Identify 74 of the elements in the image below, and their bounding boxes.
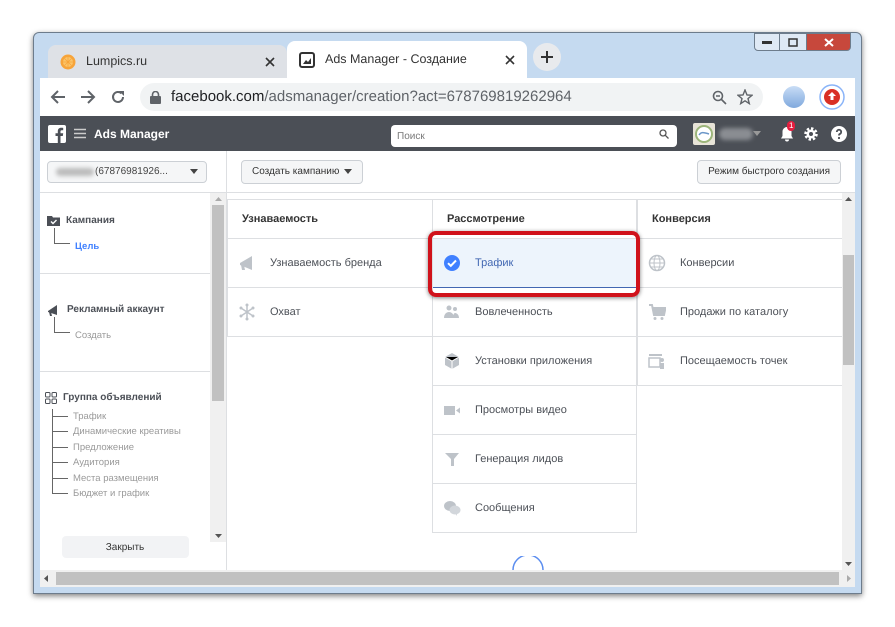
search-icon bbox=[659, 128, 669, 138]
forward-arrow-icon[interactable] bbox=[80, 89, 96, 105]
plus-icon bbox=[540, 50, 554, 64]
address-bar[interactable]: facebook.com/adsmanager/creation?act=678769819262964 bbox=[140, 83, 763, 111]
main-scrollbar[interactable] bbox=[842, 193, 855, 570]
scroll-thumb[interactable] bbox=[56, 572, 839, 585]
tab-title: Ads Manager - Создание bbox=[325, 51, 468, 68]
facebook-logo-icon[interactable] bbox=[48, 124, 66, 142]
browser-tab[interactable]: Lumpics.ru bbox=[48, 45, 287, 78]
sidebar-scrollbar[interactable] bbox=[210, 193, 226, 542]
horizontal-scrollbar[interactable] bbox=[40, 570, 855, 587]
minimize-button[interactable] bbox=[754, 33, 780, 51]
back-arrow-icon[interactable] bbox=[50, 89, 66, 105]
blurred-account-name bbox=[719, 128, 753, 140]
section-title: Рекламный аккаунт bbox=[67, 303, 165, 317]
column-header: Узнаваемость bbox=[242, 212, 318, 227]
grid-icon bbox=[45, 392, 57, 404]
globe-icon bbox=[648, 254, 666, 272]
lock-icon bbox=[150, 90, 161, 104]
restore-icon bbox=[788, 38, 798, 46]
sidebar-link[interactable]: Цель bbox=[75, 240, 100, 254]
caret-icon bbox=[344, 169, 352, 174]
check-circle-icon bbox=[443, 254, 461, 272]
account-dropdown[interactable]: (67876981926... bbox=[47, 160, 207, 182]
zoom-out-icon[interactable] bbox=[712, 90, 727, 104]
browser-tab[interactable]: Ads Manager - Создание bbox=[287, 41, 527, 78]
section-title: Группа объявлений bbox=[63, 391, 162, 405]
star-icon[interactable] bbox=[737, 89, 753, 105]
scroll-thumb[interactable] bbox=[212, 205, 224, 401]
loading-spinner bbox=[511, 556, 545, 570]
store-icon bbox=[648, 352, 666, 370]
scroll-up-icon[interactable] bbox=[845, 197, 852, 201]
caret-icon[interactable] bbox=[753, 131, 761, 136]
close-icon[interactable] bbox=[505, 54, 515, 64]
section-title: Кампания bbox=[66, 214, 115, 228]
close-icon bbox=[824, 38, 834, 46]
scroll-down-icon[interactable] bbox=[845, 562, 852, 566]
maximize-button[interactable] bbox=[780, 33, 806, 51]
caret-icon bbox=[190, 169, 198, 174]
chat-bubbles-icon bbox=[443, 499, 461, 517]
quick-creation-button[interactable]: Режим быстрого создания bbox=[697, 160, 841, 184]
notification-badge: 1 bbox=[787, 120, 796, 130]
new-tab-button[interactable] bbox=[533, 43, 561, 71]
page-icon bbox=[299, 52, 315, 68]
account-avatar[interactable] bbox=[693, 122, 715, 144]
app-title: Ads Manager bbox=[94, 126, 170, 142]
scroll-thumb[interactable] bbox=[843, 255, 854, 365]
settings-icon[interactable] bbox=[803, 126, 819, 142]
menu-icon[interactable] bbox=[74, 128, 86, 139]
funnel-icon bbox=[443, 450, 461, 468]
cart-icon bbox=[648, 303, 666, 321]
cube-icon bbox=[443, 352, 461, 370]
search-field[interactable]: Поиск bbox=[391, 125, 677, 147]
tree-line bbox=[54, 228, 70, 244]
minimize-icon bbox=[762, 40, 772, 44]
fruit-slice-icon bbox=[60, 54, 76, 70]
url-text: facebook.com/adsmanager/creation?act=678769819262964 bbox=[171, 86, 572, 107]
folder-check-icon bbox=[47, 215, 60, 226]
help-icon[interactable] bbox=[831, 126, 847, 142]
update-icon[interactable] bbox=[819, 84, 845, 110]
close-panel-button[interactable]: Закрыть bbox=[62, 536, 188, 558]
people-icon bbox=[443, 303, 461, 321]
close-icon[interactable] bbox=[265, 56, 275, 66]
asterisk-icon bbox=[238, 303, 256, 321]
reload-icon[interactable] bbox=[110, 89, 126, 105]
tree-line bbox=[54, 317, 70, 333]
close-button[interactable] bbox=[806, 33, 851, 51]
tab-title: Lumpics.ru bbox=[86, 53, 148, 70]
column-header: Конверсия bbox=[652, 212, 711, 227]
scroll-down-icon[interactable] bbox=[214, 534, 222, 538]
create-campaign-button[interactable]: Создать кампанию bbox=[241, 160, 364, 184]
scroll-left-icon[interactable] bbox=[44, 575, 48, 582]
objective-option[interactable]: Трафик bbox=[433, 239, 636, 288]
column-header: Рассмотрение bbox=[447, 212, 525, 227]
